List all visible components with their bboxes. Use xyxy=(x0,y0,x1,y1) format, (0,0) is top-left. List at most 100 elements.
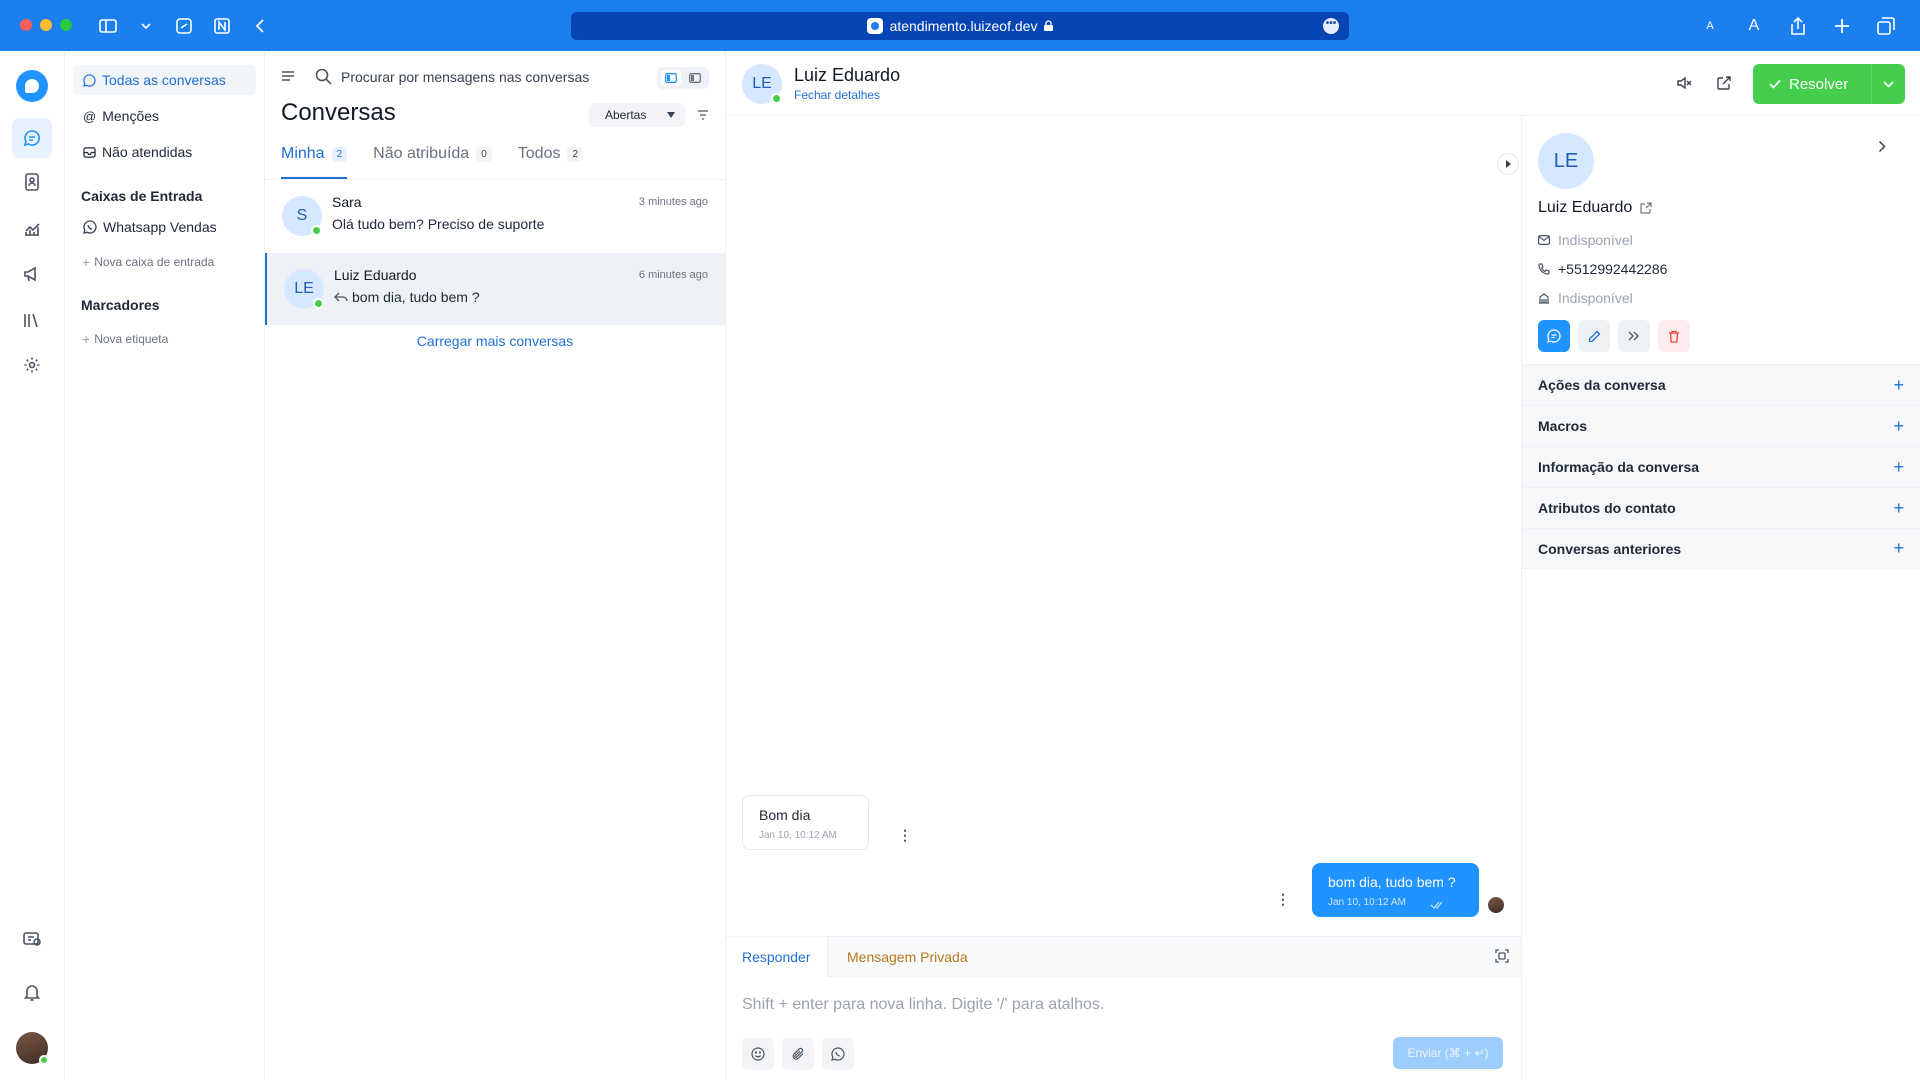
new-inbox-label: Nova caixa de entrada xyxy=(94,255,215,269)
view-layout-toggle[interactable] xyxy=(657,67,709,89)
expanded-view-icon[interactable] xyxy=(661,70,681,86)
section-conversation-actions[interactable]: Ações da conversa + xyxy=(1522,364,1920,405)
tab-overview-icon[interactable] xyxy=(1874,14,1898,38)
text-larger-icon[interactable]: A xyxy=(1742,14,1766,38)
campaigns-nav-icon[interactable] xyxy=(12,254,52,294)
sidebar-item-label: Menções xyxy=(102,108,160,124)
status-filter-value: Abertas xyxy=(605,108,647,122)
close-window-button[interactable] xyxy=(20,19,32,31)
chat-contact-name: Luiz Eduardo xyxy=(794,65,901,85)
section-conversation-info[interactable]: Informação da conversa + xyxy=(1522,446,1920,487)
send-button[interactable]: Enviar (⌘ + ↵) xyxy=(1393,1037,1503,1069)
tab-mine[interactable]: Minha 2 xyxy=(281,145,348,179)
search-input[interactable] xyxy=(341,65,611,89)
plus-icon: + xyxy=(1893,374,1904,395)
contact-details-panel: LE Luiz Eduardo Indisponível +5512992442… xyxy=(1521,116,1920,1080)
mute-icon[interactable] xyxy=(1676,75,1692,94)
new-inbox-link[interactable]: + Nova caixa de entrada xyxy=(82,254,214,270)
check-icon xyxy=(1769,79,1781,89)
sidebar-item-whatsapp-vendas[interactable]: Whatsapp Vendas xyxy=(73,212,256,242)
tab-all[interactable]: Todos 2 xyxy=(518,145,584,179)
plus-icon: + xyxy=(1893,497,1904,518)
section-label: Atributos do contato xyxy=(1538,500,1676,516)
close-details-link[interactable]: Fechar detalhes xyxy=(794,88,880,102)
at-sign-icon: @ xyxy=(83,108,97,124)
conversation-list-panel: Conversas Abertas Minha 2 Não atribuída … xyxy=(265,51,726,1080)
tab-reply[interactable]: Responder xyxy=(726,937,828,977)
sidebar-item-mentions[interactable]: @ Menções xyxy=(73,101,256,131)
share-icon[interactable] xyxy=(1786,14,1810,38)
app-logo[interactable] xyxy=(16,70,48,102)
minimize-window-button[interactable] xyxy=(40,19,52,31)
plus-icon: + xyxy=(1893,538,1904,558)
new-label-link[interactable]: + Nova etiqueta xyxy=(82,331,168,347)
section-contact-attributes[interactable]: Atributos do contato + xyxy=(1522,487,1920,528)
chat-bubble-icon xyxy=(1547,329,1561,343)
chevron-right-icon[interactable] xyxy=(1878,140,1886,156)
conversation-item[interactable]: LE Luiz Eduardo 6 minutes ago bom dia, t… xyxy=(265,253,725,325)
contacts-nav-icon[interactable] xyxy=(12,162,52,202)
merge-contact-button[interactable] xyxy=(1618,320,1650,352)
notifications-bell-icon[interactable] xyxy=(12,972,52,1012)
edit-contact-button[interactable] xyxy=(1578,320,1610,352)
zoom-window-button[interactable] xyxy=(60,19,72,31)
whatsapp-template-icon[interactable] xyxy=(822,1038,854,1070)
library-nav-icon[interactable] xyxy=(12,300,52,340)
conversation-item[interactable]: S Sara 3 minutes ago Olá tudo bem? Preci… xyxy=(265,180,725,252)
sidebar-item-label: Não atendidas xyxy=(102,144,193,160)
condensed-view-icon[interactable] xyxy=(685,70,705,86)
toggle-contact-panel-icon[interactable] xyxy=(1497,153,1519,175)
new-tab-icon[interactable] xyxy=(1830,14,1854,38)
tab-unassigned[interactable]: Não atribuída 0 xyxy=(373,145,492,179)
resolve-options-chevron-icon[interactable] xyxy=(1871,64,1905,104)
reports-nav-icon[interactable] xyxy=(12,208,52,248)
message-text: Bom dia xyxy=(759,807,811,823)
new-message-button[interactable] xyxy=(1538,320,1570,352)
avatar-initials: LE xyxy=(294,280,314,297)
emoji-icon[interactable] xyxy=(742,1038,774,1070)
message-options-icon[interactable]: ⋮ xyxy=(1276,892,1290,906)
status-filter-select[interactable]: Abertas xyxy=(589,103,685,127)
user-avatar[interactable] xyxy=(16,1032,49,1065)
sidebar-toggle-icon[interactable] xyxy=(96,14,120,38)
tab-group-icon[interactable] xyxy=(172,14,196,38)
avatar-initials: LE xyxy=(752,75,772,92)
delete-contact-button[interactable] xyxy=(1658,320,1690,352)
section-label: Ações da conversa xyxy=(1538,377,1666,393)
chat-panel: LE Luiz Eduardo Fechar detalhes Resolver… xyxy=(726,51,1920,1080)
resolve-label: Resolver xyxy=(1789,75,1849,93)
message-options-icon[interactable]: ⋮ xyxy=(898,828,912,842)
page-menu-icon[interactable]: ••• xyxy=(1323,18,1339,34)
tab-private-note[interactable]: Mensagem Privada xyxy=(831,937,984,977)
transcript-share-icon[interactable] xyxy=(1716,75,1732,94)
section-previous-conversations[interactable]: Conversas anteriores + xyxy=(1522,528,1920,569)
hamburger-menu-icon[interactable] xyxy=(281,69,295,85)
pencil-icon xyxy=(1588,330,1600,342)
filter-icon[interactable] xyxy=(697,107,709,123)
avatar: LE xyxy=(284,269,324,309)
resolve-button[interactable]: Resolver xyxy=(1753,64,1905,104)
conversations-nav-icon[interactable] xyxy=(12,118,52,158)
tab-label: Não atribuída xyxy=(373,145,470,162)
caret-down-icon xyxy=(667,112,675,118)
back-icon[interactable] xyxy=(248,14,272,38)
settings-gear-icon[interactable] xyxy=(12,345,52,385)
sidebar-item-all-conversations[interactable]: Todas as conversas xyxy=(73,65,256,95)
attachment-paperclip-icon[interactable] xyxy=(782,1038,814,1070)
external-link-icon[interactable] xyxy=(1640,202,1652,214)
expand-editor-icon[interactable] xyxy=(1495,949,1509,966)
load-more-button[interactable]: Carregar mais conversas xyxy=(265,333,725,349)
sidebar-item-unattended[interactable]: Não atendidas xyxy=(73,137,256,167)
section-macros[interactable]: Macros + xyxy=(1522,405,1920,446)
switch-account-icon[interactable] xyxy=(12,919,52,959)
chevron-down-icon[interactable] xyxy=(134,14,158,38)
avatar: S xyxy=(282,196,322,236)
address-bar[interactable]: atendimento.luizeof.dev ••• xyxy=(571,12,1349,40)
text-smaller-icon[interactable]: A xyxy=(1698,14,1722,38)
notion-icon[interactable] xyxy=(210,14,234,38)
message-input[interactable] xyxy=(742,993,1502,1017)
inboxes-heading: Caixas de Entrada xyxy=(81,188,203,204)
conversation-contact-name: Sara xyxy=(332,194,362,210)
avatar: LE xyxy=(742,64,782,104)
chat-header: LE Luiz Eduardo Fechar detalhes Resolver xyxy=(726,51,1920,116)
